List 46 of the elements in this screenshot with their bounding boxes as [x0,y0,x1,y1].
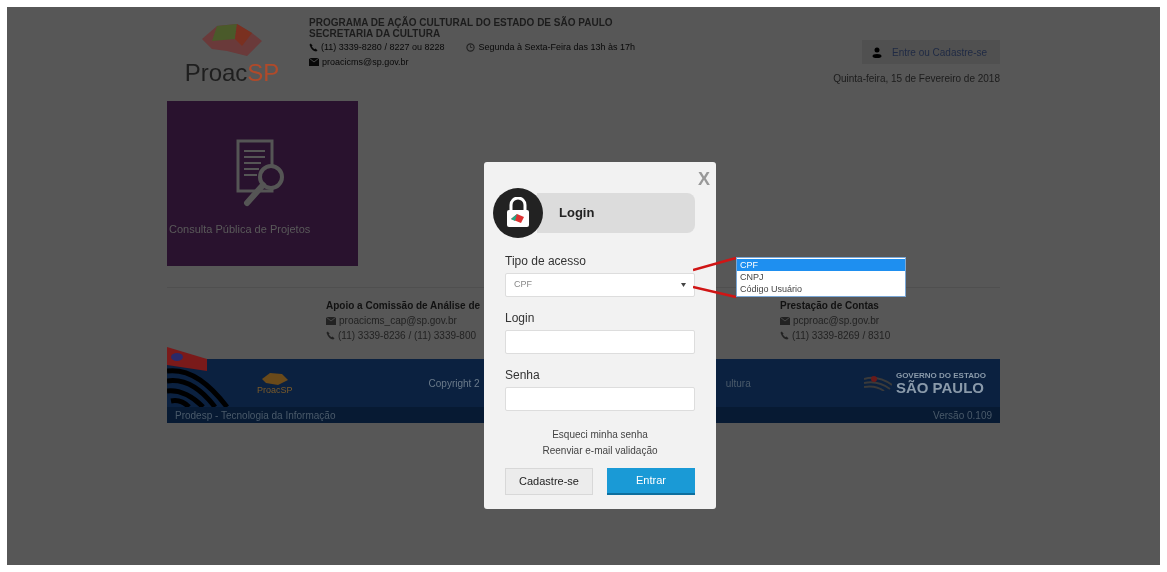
site-subtitle: SECRETARIA DA CULTURA [309,28,442,39]
access-type-select[interactable]: CPF [505,273,695,297]
dialog-link[interactable]: Esqueci minha senha [552,427,648,442]
field-label: Tipo de acesso [505,253,587,270]
callout-lines-drawing [693,256,737,299]
contact-title: Apoio a Comissão de Análise de [326,299,481,313]
dialog-link[interactable]: Reenviar e-mail validação [542,443,658,458]
input-field[interactable] [505,387,695,411]
gov-logo-text: GOVERNO DO ESTADO [895,371,986,380]
tile-label: Consulta Pública de Projetos [169,222,311,237]
input-field[interactable] [505,330,695,354]
clock-icon [466,43,476,53]
field-label: Login [505,310,536,327]
phone-text: (11) 3339-8280 / 8227 ou 8228 [321,41,445,54]
flag-stripes-icon [863,375,892,391]
envelope-icon [326,316,336,325]
contact-title: Prestação de Contas [780,299,880,313]
close-button[interactable]: X [698,166,710,193]
user-icon [872,46,882,58]
search-projects-tile[interactable]: Consulta Pública de Projetos [167,101,358,266]
envelope-icon [780,316,790,325]
lock-logo-icon [493,188,543,238]
logo-text: Proac [184,61,248,85]
gov-logo-text: SÃO PAULO [895,379,985,395]
signup-button[interactable]: Cadastre-se [505,468,593,495]
caret-icon [681,283,686,287]
phone-icon [326,331,335,340]
copyright-text: ultura [725,376,751,391]
phone-icon [780,331,789,340]
copyright-text: Copyright 2 [428,376,480,391]
enter-button[interactable]: Entrar [607,468,695,495]
site-title: PROGRAMA DE AÇÃO CULTURAL DO ESTADO DE SÃO PAULO [309,17,614,28]
envelope-icon [309,58,319,67]
field-label: Senha [505,367,541,384]
flag-drawing [167,347,231,407]
phone-icon [309,43,318,53]
dialog-title: Login [559,204,595,223]
dropdown-option[interactable]: Código Usuário [737,283,905,295]
dropdown-option[interactable]: CPF [737,259,905,271]
email-text: proacicms@sp.gov.br [322,55,409,69]
logo-text: SP [247,61,280,85]
footer-logo-text: ProacSP [257,385,293,395]
dropdown-option[interactable]: CNPJ [737,271,905,283]
footer-credit: Prodesp - Tecnologia da Informação [175,408,336,423]
hours-text: Segunda à Sexta-Feira das 13h às 17h [478,41,636,54]
version-text: Versão 0.109 [933,408,992,423]
